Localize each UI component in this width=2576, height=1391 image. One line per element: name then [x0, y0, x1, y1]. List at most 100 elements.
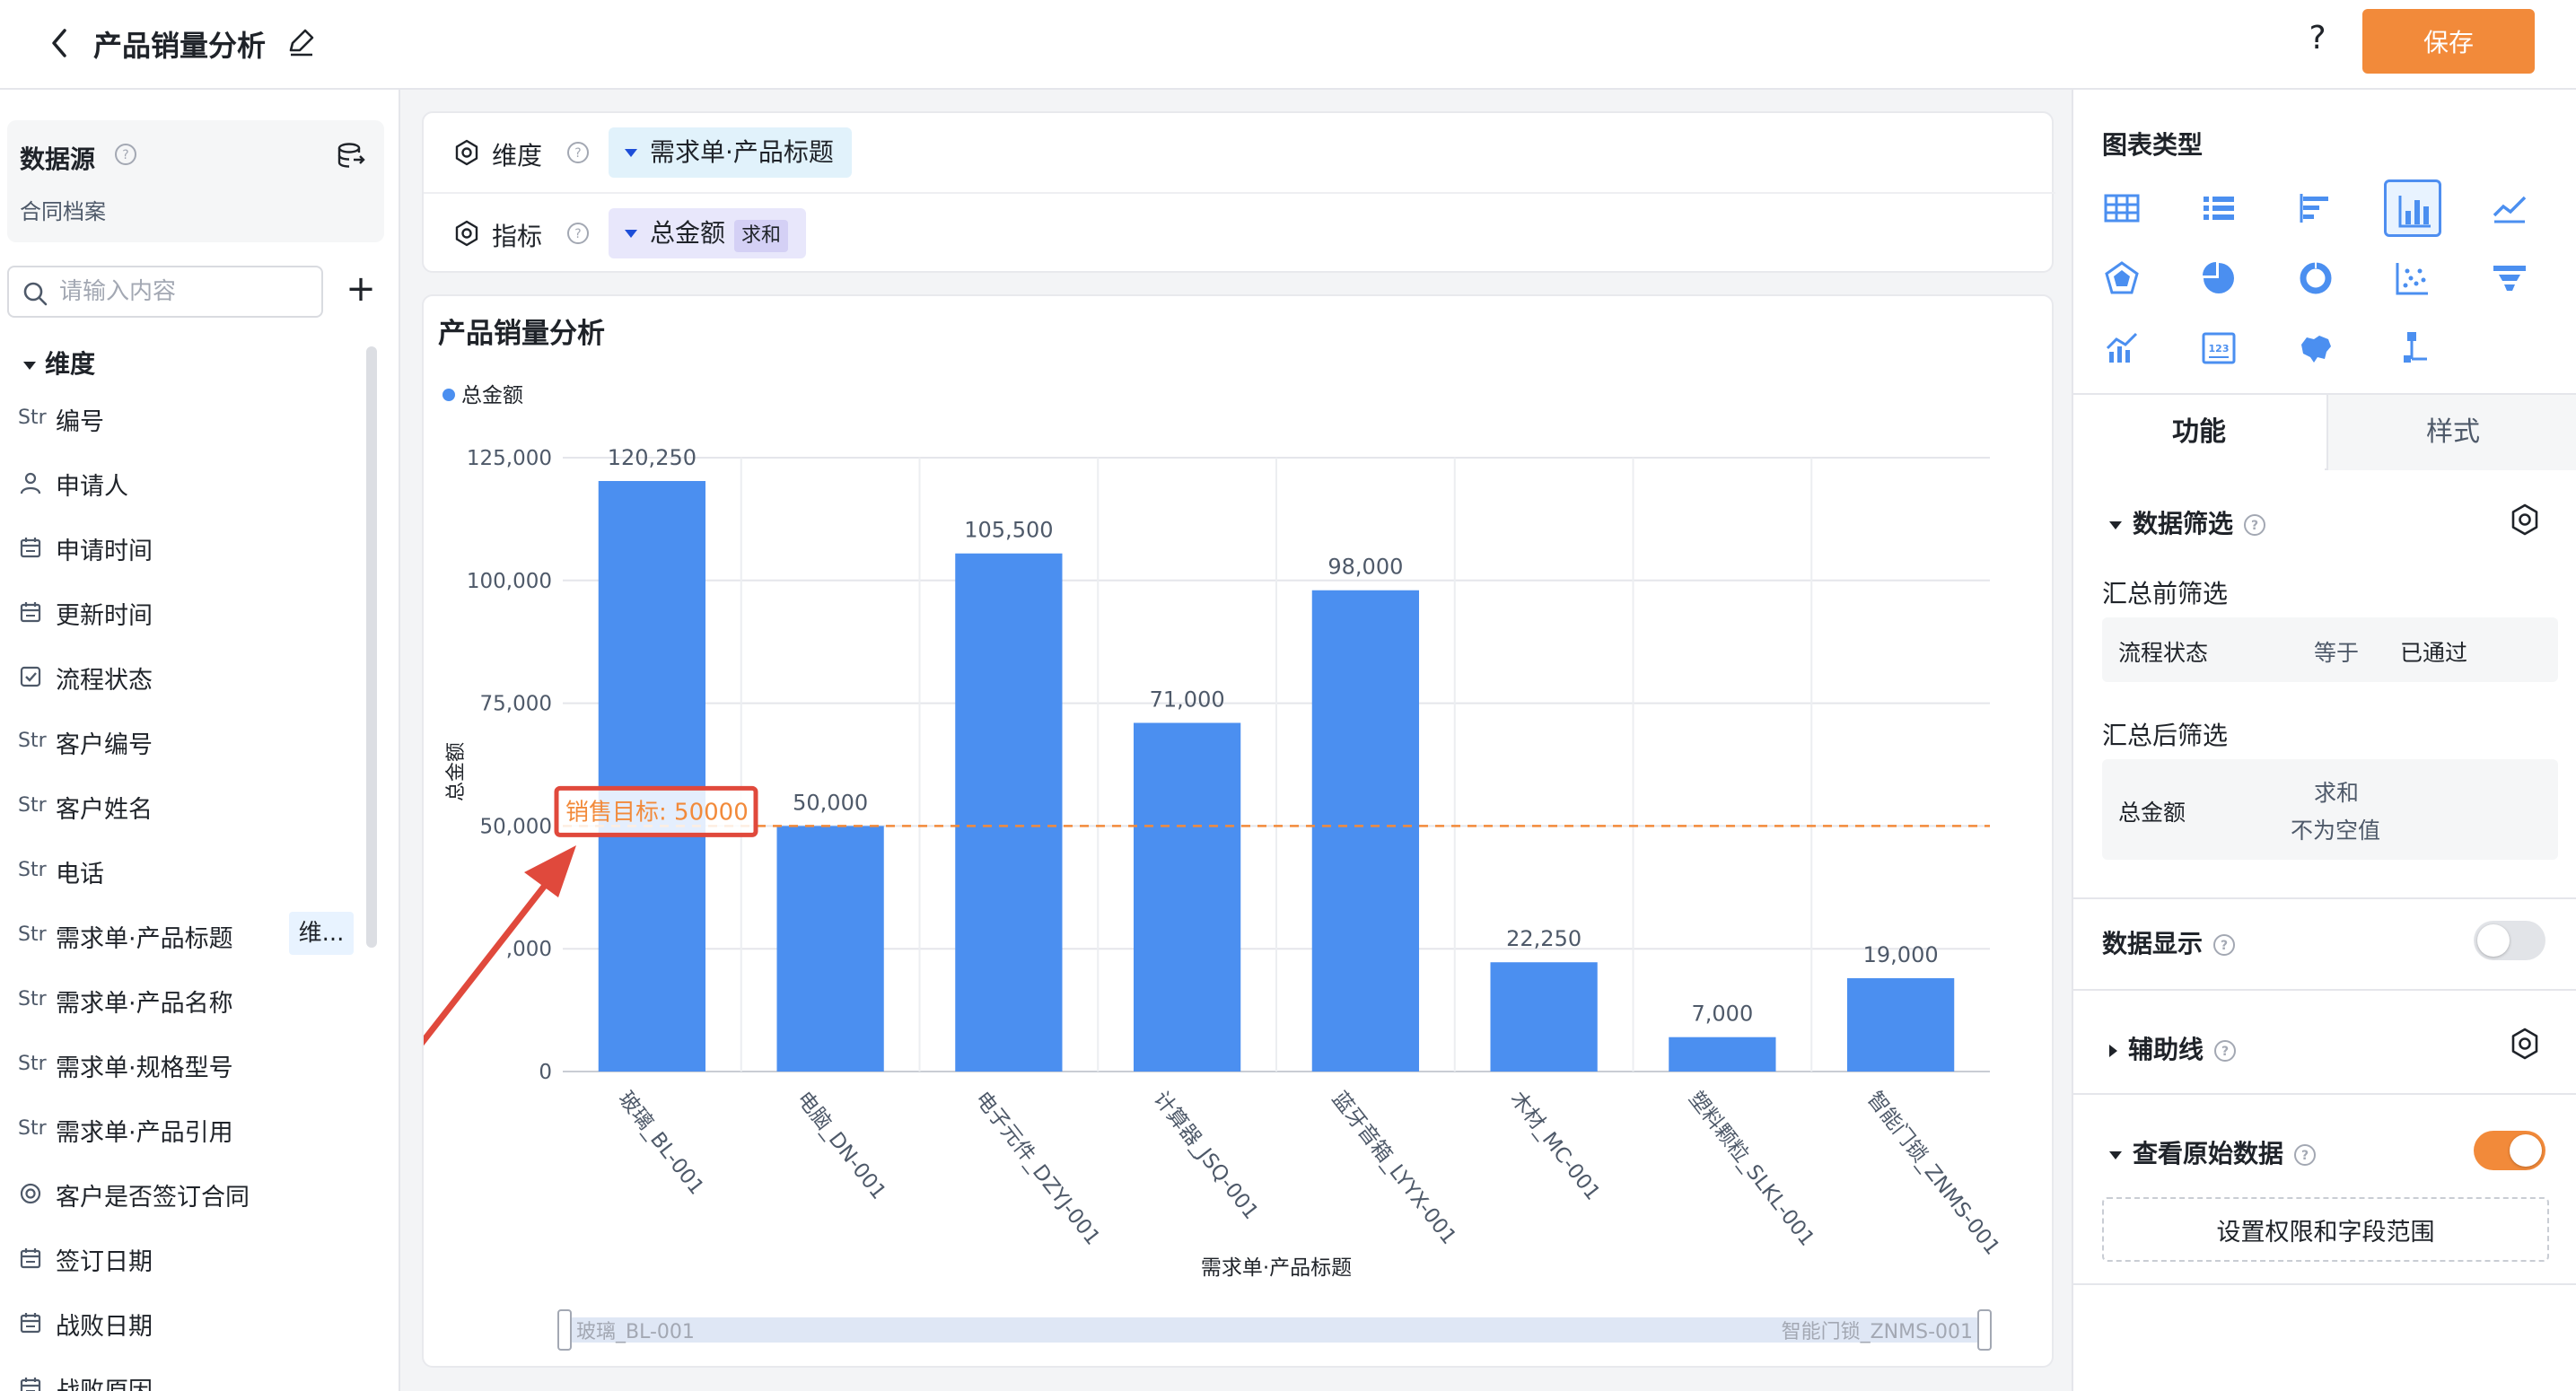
post-filter-row[interactable]: 总金额 求和 不为空值: [2102, 759, 2558, 860]
aux-line-settings-icon[interactable]: [2508, 1027, 2542, 1061]
chart-type-bar-horizontal-button[interactable]: [2287, 179, 2344, 237]
pie-icon: [2203, 262, 2234, 293]
data-display-label: 数据显示: [2102, 929, 2204, 958]
pre-filter-label: 汇总前筛选: [2102, 579, 2229, 608]
bar[interactable]: [1490, 962, 1598, 1072]
datasource-card[interactable]: 数据源 ? 合同档案: [7, 120, 384, 242]
caret-down-icon: [2109, 1150, 2122, 1159]
chart-type-title: 图表类型: [2102, 130, 2204, 160]
help-circle-icon[interactable]: ?: [2212, 1038, 2238, 1063]
data-display-toggle[interactable]: [2474, 921, 2545, 960]
bar[interactable]: [1134, 722, 1241, 1072]
dimension-pill[interactable]: 需求单·产品标题: [609, 127, 852, 178]
zoom-handle-left[interactable]: [557, 1309, 572, 1351]
chart-type-list-button[interactable]: [2190, 179, 2247, 237]
field-item[interactable]: Str 编号: [0, 386, 377, 451]
field-item[interactable]: 签订日期: [0, 1226, 377, 1290]
y-tick-label: 125,000: [467, 447, 552, 470]
bar[interactable]: [955, 553, 1063, 1072]
permission-settings-button[interactable]: 设置权限和字段范围: [2102, 1197, 2549, 1262]
annotation-arrow-shaft: [424, 867, 560, 1046]
field-search-box: [7, 266, 323, 318]
help-circle-icon[interactable]: ?: [2292, 1142, 2318, 1168]
chart-type-radar-button[interactable]: [2093, 249, 2151, 307]
tab-function[interactable]: 功能: [2073, 395, 2325, 470]
toggle-knob: [2477, 924, 2510, 957]
metric-pill[interactable]: 总金额 求和: [609, 208, 807, 258]
x-tick-label: 电子元件_DZYJ-001: [970, 1088, 1104, 1250]
help-circle-icon[interactable]: ?: [565, 221, 591, 246]
help-circle-icon[interactable]: ?: [2212, 932, 2237, 958]
aux-line-header[interactable]: 辅助线?: [2109, 1030, 2238, 1066]
raw-data-toggle[interactable]: [2474, 1131, 2545, 1170]
metric-gear-icon: [455, 220, 478, 247]
chart-type-tree-button[interactable]: [2384, 319, 2441, 377]
help-circle-icon[interactable]: ?: [2242, 512, 2267, 538]
chart-type-line-button[interactable]: [2481, 179, 2538, 237]
dimension-group-header[interactable]: 维度: [23, 345, 95, 381]
edit-pencil-icon[interactable]: [285, 27, 316, 57]
chart-type-table-button[interactable]: [2093, 179, 2151, 237]
field-item[interactable]: Str 客户姓名: [0, 774, 377, 838]
data-display-header: 数据显示?: [2102, 924, 2237, 960]
raw-data-header[interactable]: 查看原始数据?: [2109, 1134, 2318, 1170]
x-tick-label: 智能门锁_ZNMS-001: [1862, 1088, 2004, 1260]
chart-type-bar-vertical-button[interactable]: [2384, 179, 2441, 237]
field-item[interactable]: Str 需求单·产品引用: [0, 1097, 377, 1161]
bar-data-label: 50,000: [793, 790, 868, 815]
field-item[interactable]: Str 需求单·产品名称: [0, 967, 377, 1032]
bar-horizontal-icon: [2300, 194, 2328, 223]
y-tick-label: 50,000: [480, 815, 552, 838]
chart-type-pie-button[interactable]: [2190, 249, 2247, 307]
bar[interactable]: [1847, 978, 1955, 1072]
chart-type-donut-button[interactable]: [2287, 249, 2344, 307]
chart-type-funnel-button[interactable]: [2481, 249, 2538, 307]
table-icon: [2104, 194, 2140, 223]
chart-type-number-card-button[interactable]: 123: [2190, 319, 2247, 377]
field-item[interactable]: 申请人: [0, 451, 377, 515]
filter-settings-icon[interactable]: [2508, 503, 2542, 537]
svg-text:?: ?: [2301, 1149, 2309, 1163]
bar[interactable]: [1311, 590, 1419, 1072]
database-switch-icon[interactable]: [336, 140, 366, 171]
pre-filter-row[interactable]: 流程状态 等于 已通过: [2102, 617, 2558, 682]
calendar-icon: [18, 1307, 54, 1339]
field-item[interactable]: 更新时间: [0, 580, 377, 644]
back-arrow-icon[interactable]: [45, 25, 75, 61]
field-item[interactable]: Str 客户编号: [0, 709, 377, 774]
help-circle-icon[interactable]: ?: [565, 140, 591, 165]
field-item[interactable]: Str 需求单·产品标题 维...: [0, 903, 377, 967]
add-field-button[interactable]: +: [343, 271, 379, 311]
data-filter-header[interactable]: 数据筛选?: [2109, 504, 2267, 540]
field-list-scrollbar[interactable]: [366, 346, 377, 948]
search-icon: [23, 282, 48, 306]
bar[interactable]: [776, 826, 884, 1072]
field-label: 电话: [56, 861, 104, 888]
field-item[interactable]: 申请时间: [0, 515, 377, 580]
save-button[interactable]: 保存: [2362, 9, 2535, 74]
field-item[interactable]: 战败原因: [0, 1355, 377, 1391]
field-item[interactable]: Str 电话: [0, 838, 377, 903]
y-tick-label: 75,000: [480, 693, 552, 716]
post-filter-agg: 求和: [2314, 780, 2360, 806]
field-item[interactable]: 客户是否签订合同: [0, 1161, 377, 1226]
chart-type-map-button[interactable]: [2287, 319, 2344, 377]
zoom-slider-track[interactable]: [565, 1317, 1984, 1343]
field-search-input[interactable]: [59, 275, 311, 309]
field-item[interactable]: 战败日期: [0, 1290, 377, 1355]
checkbox-icon: [18, 661, 54, 693]
help-circle-icon[interactable]: ?: [113, 142, 138, 167]
bar[interactable]: [598, 480, 705, 1072]
chart-type-combo-button[interactable]: [2093, 319, 2151, 377]
number-card-icon: 123: [2202, 332, 2236, 364]
page-title: 产品销量分析: [93, 29, 267, 63]
chart-type-scatter-button[interactable]: [2384, 249, 2441, 307]
field-label: 申请时间: [56, 538, 153, 565]
help-button[interactable]: ?: [2298, 20, 2337, 65]
field-item[interactable]: 流程状态: [0, 644, 377, 709]
bar-data-label: 71,000: [1150, 687, 1225, 712]
zoom-handle-right[interactable]: [1977, 1309, 1992, 1351]
field-item[interactable]: Str 需求单·规格型号: [0, 1032, 377, 1097]
tab-style[interactable]: 样式: [2326, 395, 2576, 470]
bar[interactable]: [1669, 1037, 1776, 1072]
